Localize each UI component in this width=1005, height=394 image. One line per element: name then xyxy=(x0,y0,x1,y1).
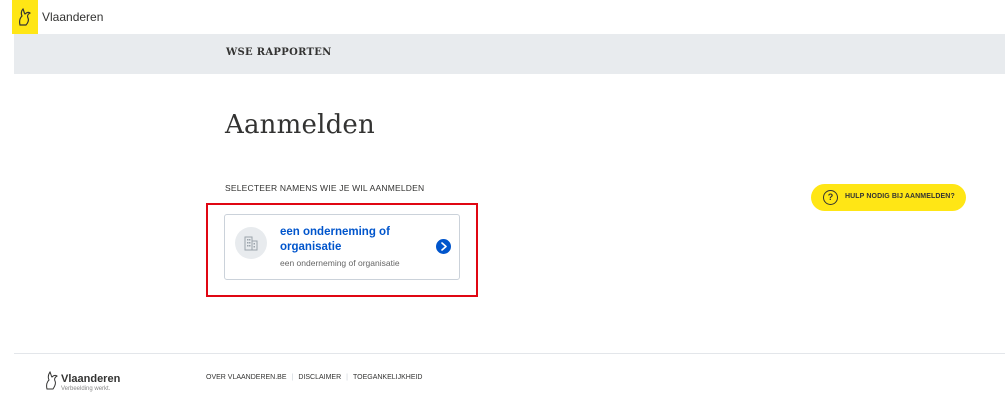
building-icon xyxy=(235,227,267,259)
page-title: Aanmelden xyxy=(225,110,375,140)
help-login-button[interactable]: ? HULP NODIG BIJ AANMELDEN? xyxy=(811,184,966,211)
flemish-lion-icon[interactable] xyxy=(12,0,38,34)
footer-separator: | xyxy=(291,374,294,381)
footer-tagline: Verbeelding werkt. xyxy=(61,386,111,392)
card-subtitle: een onderneming of organisatie xyxy=(280,258,400,268)
footer-link-over-vlaanderen[interactable]: OVER VLAANDEREN.BE xyxy=(206,374,287,381)
app-title-band: WSE RAPPORTEN xyxy=(14,34,1005,74)
top-header: Vlaanderen xyxy=(0,0,1005,34)
section-label: SELECTEER NAMENS WIE JE WIL AANMELDEN xyxy=(225,183,425,193)
footer-links: OVER VLAANDEREN.BE | DISCLAIMER | TOEGANKELI… xyxy=(206,374,423,381)
footer-divider xyxy=(14,353,1005,354)
card-title[interactable]: een onderneming of organisatie xyxy=(280,225,430,255)
brand-name[interactable]: Vlaanderen xyxy=(42,10,103,24)
chevron-right-icon[interactable] xyxy=(436,239,451,254)
footer-link-toegankelijkheid[interactable]: TOEGANKELIJKHEID xyxy=(353,374,423,381)
app-title[interactable]: WSE RAPPORTEN xyxy=(226,47,332,58)
question-circle-icon: ? xyxy=(823,190,838,205)
organisation-login-card[interactable]: een onderneming of organisatie een onder… xyxy=(224,214,460,280)
footer-separator: | xyxy=(346,374,348,381)
help-button-label: HULP NODIG BIJ AANMELDEN? xyxy=(845,193,955,200)
footer-link-disclaimer[interactable]: DISCLAIMER xyxy=(298,374,341,381)
footer-brand[interactable]: Vlaanderen xyxy=(61,373,120,385)
